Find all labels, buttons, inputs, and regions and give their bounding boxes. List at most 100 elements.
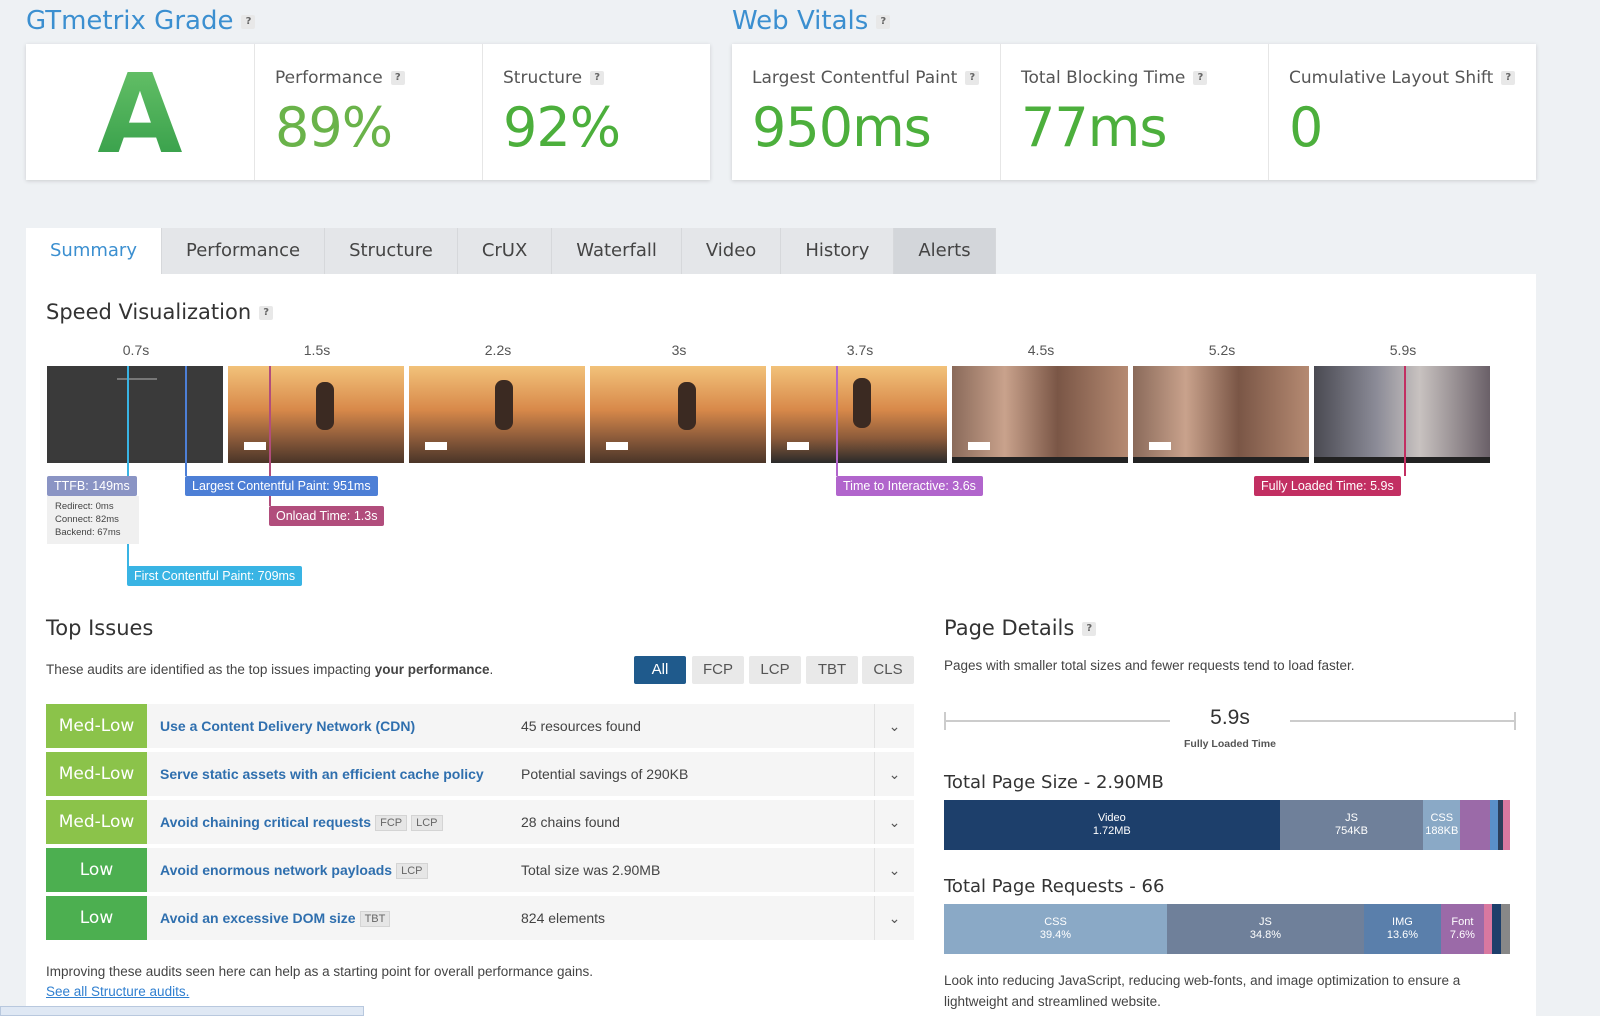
tab-video[interactable]: Video (681, 228, 782, 274)
ttfb-marker: TTFB: 149ms (47, 476, 137, 496)
tab-performance[interactable]: Performance (162, 228, 326, 274)
bar-segment[interactable] (1460, 800, 1490, 850)
redirect-time: Redirect: 0ms (55, 501, 114, 512)
tab-history[interactable]: History (781, 228, 895, 274)
filter-cls[interactable]: CLS (862, 656, 914, 684)
grade-card: A Performance? 89% Structure? 92% (26, 44, 710, 180)
chevron-down-icon[interactable]: ⌄ (874, 800, 914, 844)
page-requests-bar: CSS 39.4% JS 34.8% IMG 13.6% Font 7.6% (944, 904, 1510, 954)
top-issues-intro: These audits are identified as the top i… (46, 662, 494, 677)
issue-title[interactable]: Avoid enormous network payloads LCP (160, 862, 428, 880)
tab-crux[interactable]: CrUX (457, 228, 553, 274)
filter-lcp[interactable]: LCP (749, 656, 801, 684)
filter-tbt[interactable]: TBT (806, 656, 858, 684)
issue-desc: 28 chains found (521, 814, 620, 830)
segment-label: JS (1259, 916, 1272, 928)
segment-value: 39.4% (1039, 929, 1072, 941)
filmstrip-frame[interactable] (409, 366, 585, 463)
lcp-value: 950ms (752, 96, 932, 159)
segment-label: Video (1097, 812, 1126, 824)
help-icon[interactable]: ? (590, 71, 605, 85)
bar-segment[interactable] (1489, 800, 1499, 850)
tab-alerts[interactable]: Alerts (894, 228, 996, 274)
backend-time: Backend: 67ms (55, 527, 121, 538)
page-details-title: Page Details? (944, 616, 1097, 640)
metric-tag: TBT (359, 911, 391, 928)
segment-label: Font (1451, 916, 1474, 928)
chevron-down-icon[interactable]: ⌄ (874, 848, 914, 892)
bar-segment[interactable]: IMG 13.6% (1363, 904, 1441, 954)
lcp-label: Largest Contentful Paint (752, 68, 958, 88)
bar-segment[interactable]: JS 754KB (1279, 800, 1424, 850)
issue-title[interactable]: Avoid chaining critical requests FCP LCP (160, 814, 443, 832)
lcp-metric: Largest Contentful Paint? 950ms (732, 44, 1000, 180)
issues-footer: Improving these audits seen here can hel… (46, 964, 594, 979)
filmstrip-frame[interactable] (1133, 366, 1309, 463)
lcp-marker: Largest Contentful Paint: 951ms (185, 476, 378, 496)
help-icon[interactable]: ? (1501, 71, 1516, 85)
structure-value: 92% (503, 96, 621, 159)
issue-row[interactable]: Low Avoid an excessive DOM size TBT 824 e… (46, 896, 914, 940)
issue-row[interactable]: Med-Low Serve static assets with an effi… (46, 752, 914, 796)
help-icon[interactable]: ? (390, 71, 405, 85)
bar-segment[interactable]: CSS 188KB (1423, 800, 1461, 850)
tbt-label: Total Blocking Time (1021, 68, 1186, 88)
cls-value: 0 (1289, 96, 1323, 159)
bar-segment[interactable]: CSS 39.4% (944, 904, 1167, 954)
structure-audits-link[interactable]: See all Structure audits. (46, 984, 189, 999)
tab-summary[interactable]: Summary (26, 228, 162, 274)
page-details-intro: Pages with smaller total sizes and fewer… (944, 658, 1355, 673)
web-vitals-card: Largest Contentful Paint? 950ms Total Bl… (732, 44, 1536, 180)
bar-segment[interactable]: JS 34.8% (1167, 904, 1364, 954)
issue-title[interactable]: Serve static assets with an efficient ca… (160, 766, 484, 782)
metric-tag: LCP (396, 863, 428, 880)
filmstrip-frame[interactable] (228, 366, 404, 463)
filter-all[interactable]: All (634, 656, 686, 684)
bar-segment[interactable]: Video 1.72MB (944, 800, 1280, 850)
issue-row[interactable]: Med-Low Avoid chaining critical requests… (46, 800, 914, 844)
chevron-down-icon[interactable]: ⌄ (874, 752, 914, 796)
issue-desc: 45 resources found (521, 718, 641, 734)
filmstrip-frame[interactable] (590, 366, 766, 463)
help-icon[interactable]: ? (876, 14, 891, 29)
bar-segment[interactable] (1502, 800, 1510, 850)
tab-waterfall[interactable]: Waterfall (552, 228, 682, 274)
bar-segment[interactable] (1492, 904, 1501, 954)
help-icon[interactable]: ? (1082, 622, 1097, 636)
bar-segment[interactable] (1483, 904, 1493, 954)
total-size-title: Total Page Size - 2.90MB (944, 772, 1164, 793)
issue-title[interactable]: Use a Content Delivery Network (CDN) (160, 718, 415, 734)
chevron-down-icon[interactable]: ⌄ (874, 704, 914, 748)
help-icon[interactable]: ? (1193, 71, 1208, 85)
bar-segment[interactable]: Font 7.6% (1440, 904, 1484, 954)
chevron-down-icon[interactable]: ⌄ (874, 896, 914, 940)
tab-structure[interactable]: Structure (325, 228, 458, 274)
filter-fcp[interactable]: FCP (692, 656, 744, 684)
performance-score: Performance? 89% (254, 44, 482, 180)
fcp-line (127, 366, 129, 486)
gtmetrix-grade-title: GTmetrix Grade? (26, 6, 256, 36)
web-vitals-title: Web Vitals? (732, 6, 891, 36)
filmstrip-frame[interactable] (47, 366, 223, 463)
help-icon[interactable]: ? (259, 306, 274, 320)
issue-desc: Potential savings of 290KB (521, 766, 689, 782)
status-bar (0, 1006, 364, 1016)
performance-value: 89% (275, 96, 393, 159)
filmstrip-frame[interactable] (771, 366, 947, 463)
frame-time: 4.5s (1027, 342, 1055, 358)
help-icon[interactable]: ? (241, 14, 256, 29)
filmstrip-frame[interactable] (952, 366, 1128, 463)
frame-time: 0.7s (122, 342, 150, 358)
tbt-value: 77ms (1021, 96, 1167, 159)
fully-loaded-line (1404, 366, 1406, 476)
issue-title[interactable]: Avoid an excessive DOM size TBT (160, 910, 391, 928)
filmstrip-frame[interactable] (1314, 366, 1490, 463)
help-icon[interactable]: ? (965, 71, 980, 85)
cls-metric: Cumulative Layout Shift? 0 (1268, 44, 1536, 180)
issue-row[interactable]: Med-Low Use a Content Delivery Network (… (46, 704, 914, 748)
grade-letter: A (97, 50, 183, 178)
bar-segment[interactable] (1500, 904, 1510, 954)
issue-row[interactable]: Low Avoid enormous network payloads LCP T… (46, 848, 914, 892)
tbt-metric: Total Blocking Time? 77ms (1000, 44, 1268, 180)
segment-label: IMG (1392, 916, 1413, 928)
